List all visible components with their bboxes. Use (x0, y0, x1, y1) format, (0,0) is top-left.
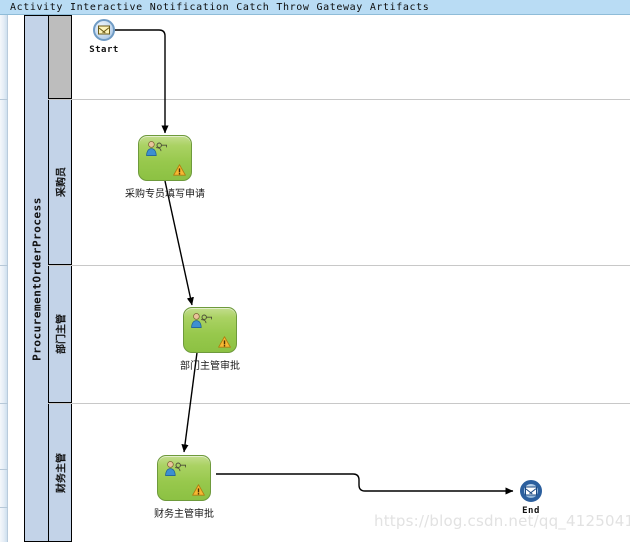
task-box[interactable] (183, 307, 237, 353)
lane-body-collapsed[interactable] (72, 15, 630, 99)
ruler-tick (0, 265, 8, 266)
menu-activity[interactable]: Activity (10, 0, 70, 15)
lane-separator (48, 99, 630, 100)
task-label: 财务主管审批 (154, 509, 214, 520)
menu-notification[interactable]: Notification (150, 0, 236, 15)
ruler-tick (0, 99, 8, 100)
menu-catch[interactable]: Catch (236, 0, 276, 15)
lane-separator (48, 403, 630, 404)
menu-interactive[interactable]: Interactive (70, 0, 150, 15)
lane-header-collapsed[interactable] (48, 15, 72, 99)
task-finance-manager-approval[interactable]: 财务主管审批 (154, 455, 214, 520)
menu-artifacts[interactable]: Artifacts (370, 0, 437, 15)
lane-header-department-manager[interactable]: 部门主管 (48, 265, 72, 403)
vertical-ruler (0, 15, 8, 542)
ruler-tick (0, 469, 8, 470)
bpmn-editor-window: Activity Interactive Notification Catch … (0, 0, 630, 542)
pool-procurement-order-process[interactable]: ProcurementOrderProcess 采购员 部门主管 财务主管 (24, 15, 630, 542)
start-event-circle (93, 19, 115, 41)
user-task-icon (191, 313, 212, 328)
pool-title-label: ProcurementOrderProcess (30, 196, 43, 361)
user-task-icon (146, 141, 167, 156)
lane-department-manager[interactable]: 部门主管 (48, 265, 630, 403)
warning-icon (192, 484, 205, 496)
user-task-icon (165, 461, 186, 476)
menu-throw[interactable]: Throw (276, 0, 316, 15)
envelope-icon (525, 486, 537, 496)
watermark: https://blog.csdn.net/qq_41250414 (374, 512, 630, 530)
palette-toolbar: Activity Interactive Notification Catch … (0, 0, 630, 15)
end-event[interactable]: End (520, 480, 542, 516)
lane-label-finance-manager: 财务主管 (56, 452, 68, 493)
lane-header-finance-manager[interactable]: 财务主管 (48, 403, 72, 542)
task-box[interactable] (157, 455, 211, 501)
ruler-tick (0, 507, 8, 508)
diagram-canvas[interactable]: ProcurementOrderProcess 采购员 部门主管 财务主管 St… (9, 15, 630, 542)
pool-title: ProcurementOrderProcess (24, 15, 48, 542)
task-label: 部门主管审批 (180, 361, 240, 372)
lane-body-department-manager[interactable] (72, 265, 630, 403)
lane-purchaser[interactable]: 采购员 (48, 99, 630, 265)
warning-icon (218, 336, 231, 348)
lane-label-department-manager: 部门主管 (56, 314, 68, 354)
end-event-circle (520, 480, 542, 502)
task-purchaser-fill-request[interactable]: 采购专员填写申请 (125, 135, 205, 200)
menu-gateway[interactable]: Gateway (316, 0, 369, 15)
lane-label-purchaser: 采购员 (56, 167, 68, 197)
task-box[interactable] (138, 135, 192, 181)
task-department-manager-approval[interactable]: 部门主管审批 (180, 307, 240, 372)
lane-collapsed[interactable] (48, 15, 630, 99)
task-label: 采购专员填写申请 (125, 189, 205, 200)
lane-body-purchaser[interactable] (72, 99, 630, 265)
ruler-tick (0, 403, 8, 404)
start-event-label: Start (89, 45, 119, 55)
warning-icon (173, 164, 186, 176)
start-event[interactable]: Start (89, 19, 118, 55)
envelope-icon (98, 25, 110, 35)
lane-separator (48, 265, 630, 266)
lane-header-purchaser[interactable]: 采购员 (48, 99, 72, 265)
